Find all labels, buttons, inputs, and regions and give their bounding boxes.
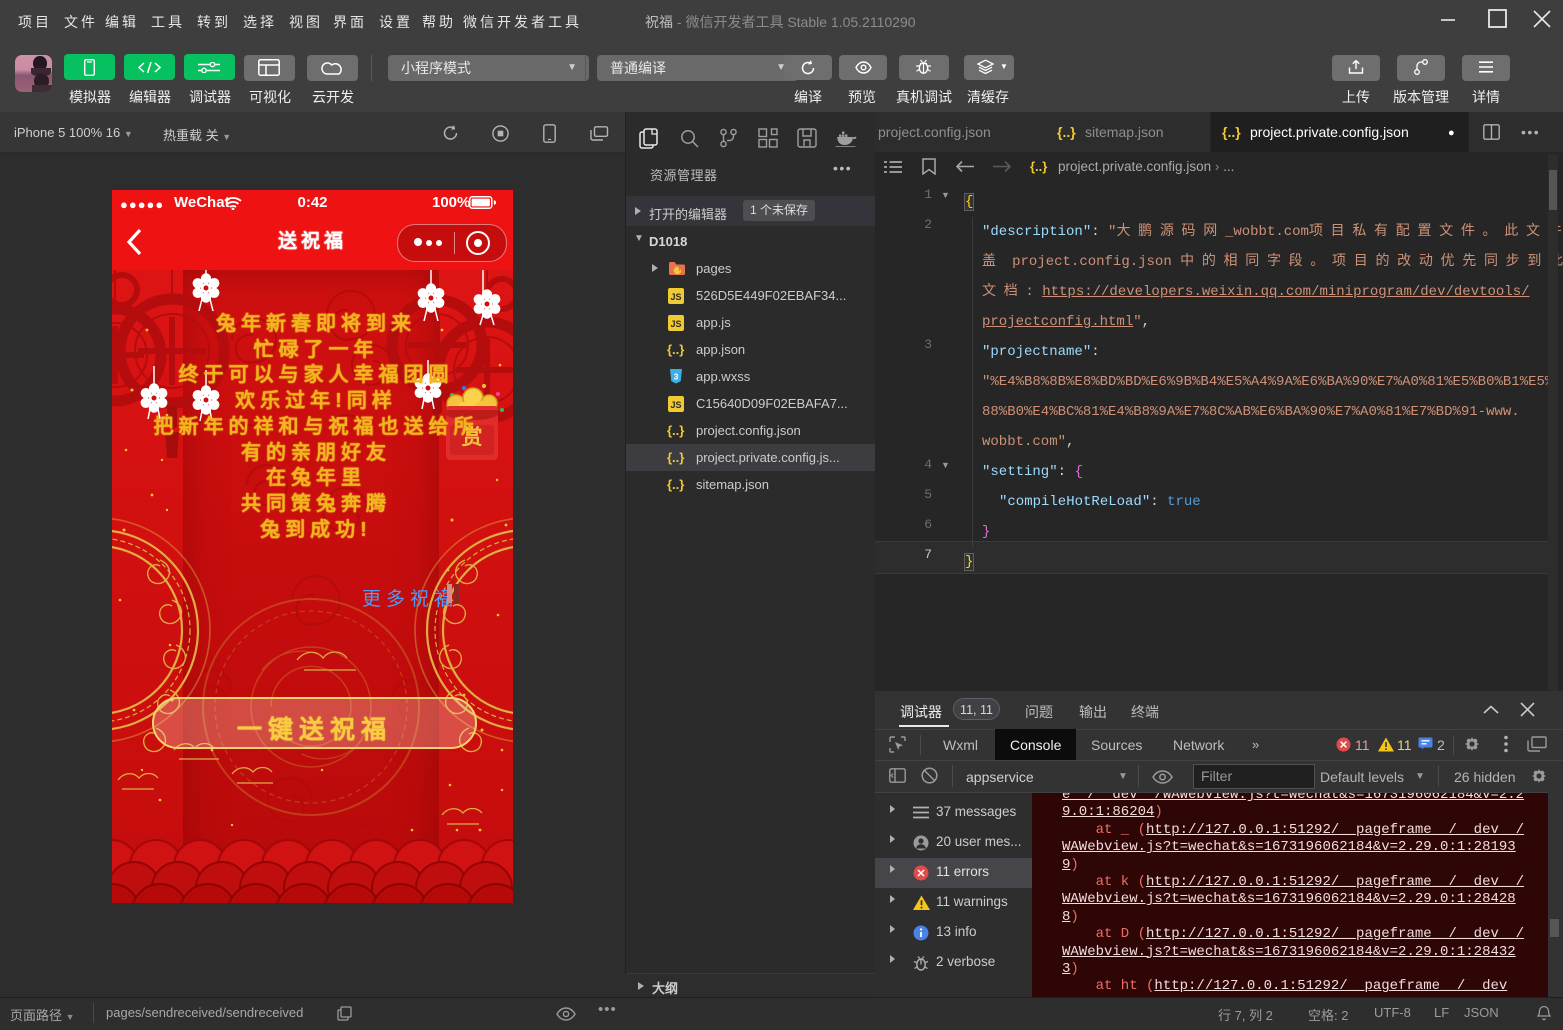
svg-text:JS: JS xyxy=(670,292,681,302)
svg-text:3: 3 xyxy=(674,372,679,382)
svg-text:JS: JS xyxy=(670,400,681,410)
svg-text:JS: JS xyxy=(670,319,681,329)
